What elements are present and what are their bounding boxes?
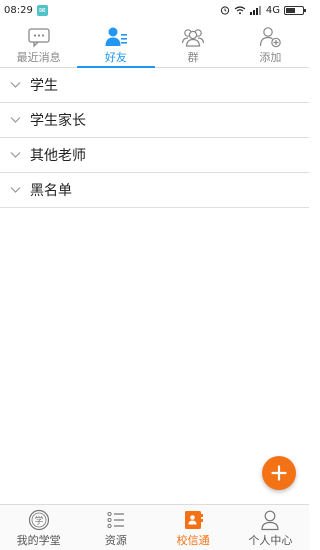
add-contact-icon [260, 27, 282, 48]
group-label: 学生家长 [30, 113, 86, 129]
nav-my-school[interactable]: 学 我的学堂 [0, 505, 77, 550]
tab-friends[interactable]: 好友 [77, 20, 155, 68]
contact-group-list: 学生 学生家长 其他老师 黑名单 [0, 68, 309, 208]
plus-icon [271, 465, 287, 481]
chevron-down-icon [10, 117, 21, 123]
group-item-parents[interactable]: 学生家长 [0, 103, 309, 138]
tab-recent-messages[interactable]: 最近消息 [0, 20, 77, 67]
chevron-down-icon [10, 152, 21, 158]
wifi-icon [234, 5, 246, 14]
tab-add[interactable]: 添加 [232, 20, 309, 67]
nav-label: 我的学堂 [16, 534, 61, 547]
nav-label: 个人中心 [248, 534, 293, 547]
battery-icon [284, 5, 306, 15]
nav-label: 资源 [104, 534, 127, 547]
group-item-other-teachers[interactable]: 其他老师 [0, 138, 309, 173]
friends-icon [105, 27, 127, 46]
person-icon [261, 510, 279, 531]
nav-label: 校信通 [176, 534, 210, 547]
tab-groups[interactable]: 群 [155, 20, 232, 67]
tab-label: 最近消息 [16, 51, 61, 64]
add-fab-button[interactable] [262, 456, 296, 490]
tab-label: 好友 [104, 51, 127, 64]
chat-bubble-icon [27, 28, 50, 48]
notification-icon: ✉ [36, 4, 48, 16]
group-icon [182, 29, 205, 47]
svg-text:学: 学 [34, 515, 43, 527]
alarm-icon [220, 6, 229, 15]
nav-resources[interactable]: 资源 [77, 505, 154, 550]
chevron-down-icon [10, 187, 21, 193]
chevron-down-icon [10, 82, 21, 88]
group-label: 黑名单 [30, 183, 72, 199]
signal-icon [249, 5, 261, 15]
contact-tabs: 最近消息 好友 群 添加 [0, 20, 309, 68]
group-item-students[interactable]: 学生 [0, 68, 309, 103]
list-icon [107, 511, 124, 529]
nav-personal-center[interactable]: 个人中心 [232, 505, 309, 550]
tab-label: 添加 [259, 51, 282, 64]
status-time: 08:29 [4, 4, 33, 16]
group-label: 其他老师 [30, 148, 86, 164]
group-item-blacklist[interactable]: 黑名单 [0, 173, 309, 208]
bottom-navigation: 学 我的学堂 资源 校信通 个人中心 [0, 504, 309, 550]
nav-school-messenger[interactable]: 校信通 [155, 505, 232, 550]
tab-label: 群 [187, 51, 199, 64]
group-label: 学生 [30, 78, 58, 94]
school-badge-icon: 学 [28, 509, 49, 531]
status-bar: 08:29 ✉ 4G [0, 0, 309, 20]
network-type: 4G [265, 4, 280, 16]
contacts-book-icon [185, 511, 204, 529]
